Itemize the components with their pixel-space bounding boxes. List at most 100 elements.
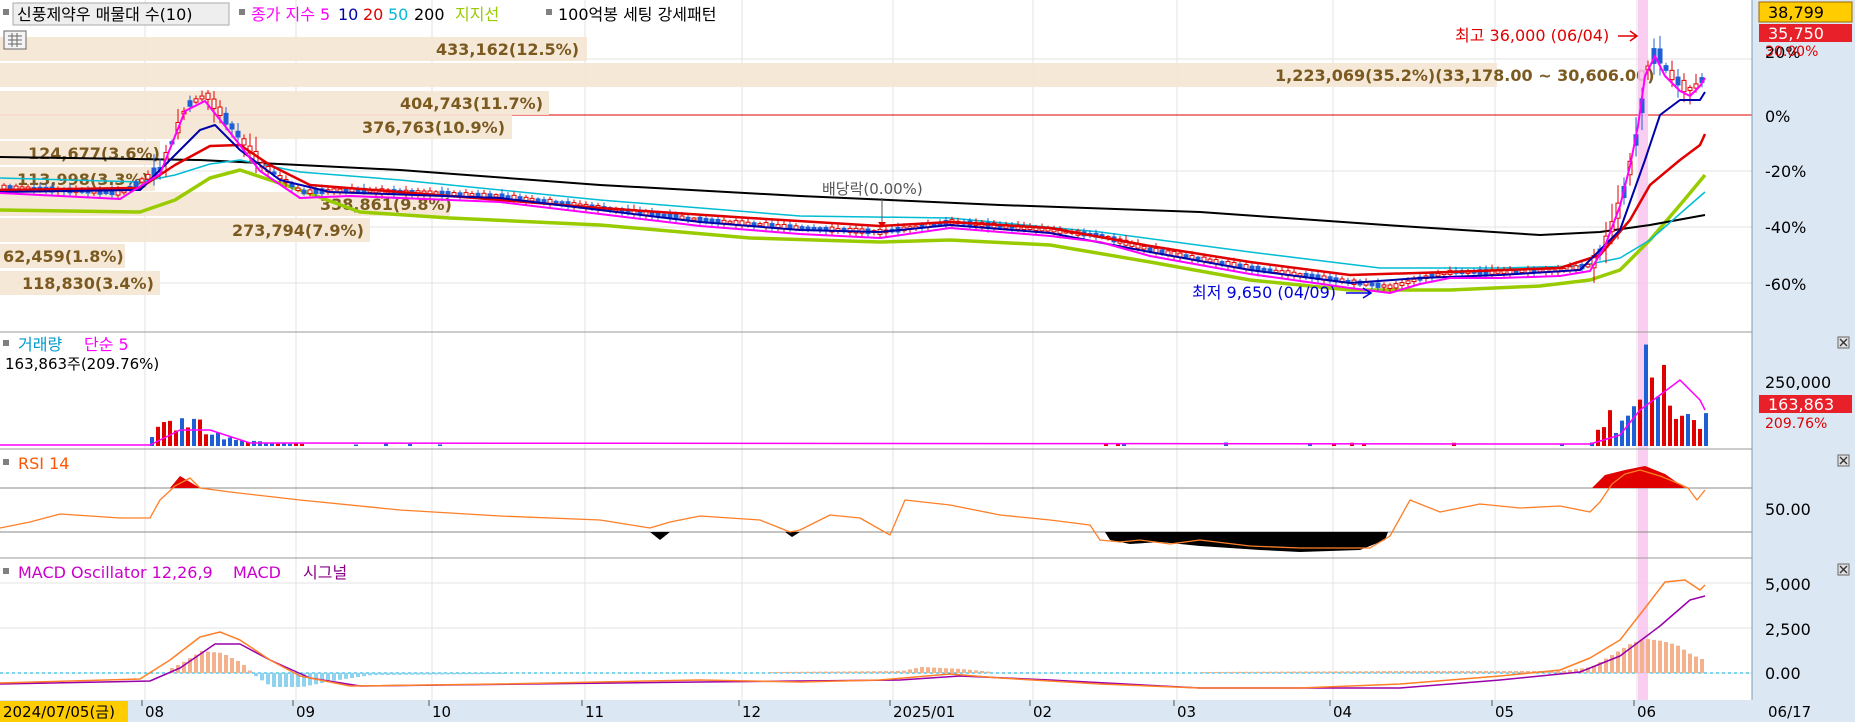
volume-ratio-label: 209.76% <box>1765 416 1827 432</box>
pattern-label[interactable]: 100억봉 세팅 강세패턴 <box>558 5 716 24</box>
macd-histogram-bar <box>1250 671 1254 673</box>
macd-histogram-bar <box>248 670 252 673</box>
macd-histogram-bar <box>1424 671 1428 673</box>
macd-histogram-bar <box>782 671 786 673</box>
candle-body <box>1219 261 1225 265</box>
volume-bar <box>438 444 442 446</box>
stock-title[interactable]: 신풍제약우 매물대 수(10) <box>17 5 193 24</box>
volume-bar <box>276 443 280 446</box>
macd-histogram-bar <box>1682 649 1686 673</box>
candle-body <box>145 173 151 180</box>
macd-histogram-bar <box>1688 653 1692 673</box>
macd-histogram-bar <box>380 673 384 675</box>
macd-osc-title[interactable]: MACD Oscillator 12,26,9 <box>18 563 213 582</box>
macd-histogram-bar <box>1310 671 1314 673</box>
support-label[interactable]: 지지선 <box>455 5 499 24</box>
end-date-label: 06/17 <box>1768 703 1811 721</box>
macd-histogram-bar <box>1658 640 1662 673</box>
macd-histogram-bar <box>1610 655 1614 673</box>
candle-body <box>199 95 205 100</box>
macd-histogram-bar <box>1436 671 1440 673</box>
volume-bar <box>1602 427 1606 446</box>
candle-body <box>541 199 547 203</box>
x-tick-label: 09 <box>296 703 315 721</box>
macd-histogram-bar <box>1274 671 1278 673</box>
dividend-annotation: 배당락(0.00%) <box>822 180 923 198</box>
macd-histogram-bar <box>1496 671 1500 673</box>
macd-histogram-bar <box>206 651 210 673</box>
ma50-label[interactable]: 50 <box>388 5 408 24</box>
macd-histogram-bar <box>1394 671 1398 673</box>
macd-histogram-bar <box>1406 671 1410 673</box>
x-tick-label: 03 <box>1177 703 1196 721</box>
macd-histogram-bar <box>1220 671 1224 673</box>
volume-bar <box>156 426 160 446</box>
volume-profile-label: 433,162(12.5%) <box>436 40 579 59</box>
macd-histogram-bar <box>398 673 402 675</box>
volume-title[interactable]: 거래량 <box>18 335 62 354</box>
candle-body <box>1387 284 1393 289</box>
macd-histogram-bar <box>428 673 432 675</box>
volume-bar <box>1698 428 1702 446</box>
macd-histogram-bar <box>938 667 942 673</box>
macd-histogram-bar <box>1502 671 1506 673</box>
candle-body <box>313 188 319 194</box>
candle-body <box>493 194 499 198</box>
volume-bar <box>1596 429 1600 446</box>
macd-histogram-bar <box>878 671 882 673</box>
volume-ma-label[interactable]: 단순 5 <box>84 335 129 354</box>
volume-bar <box>1632 406 1636 446</box>
candle-body <box>1687 86 1693 92</box>
close-price-label: 35,750 <box>1768 24 1824 43</box>
volume-bar <box>1668 405 1672 446</box>
macd-histogram-bar <box>470 673 474 675</box>
macd-histogram-bar <box>914 668 918 673</box>
macd-histogram-bar <box>236 661 240 673</box>
macd-histogram-bar <box>788 671 792 673</box>
volume-bar <box>198 419 202 446</box>
volume-bar <box>180 418 184 446</box>
candle-body <box>775 224 781 229</box>
macd-histogram-bar <box>848 671 852 673</box>
macd-histogram-bar <box>1298 671 1302 673</box>
candle-body <box>1399 282 1405 286</box>
volume-bar <box>1662 364 1666 446</box>
macd-histogram-bar <box>290 673 294 687</box>
macd-tick-label: 0.00 <box>1765 664 1801 683</box>
macd-histogram-bar <box>890 671 894 673</box>
candle-body <box>187 100 193 107</box>
ma200-label[interactable]: 200 <box>414 5 445 24</box>
low-annotation: 최저 9,650 (04/09) <box>1192 283 1336 302</box>
legend-marker <box>3 9 9 15</box>
macd-histogram-bar <box>1370 671 1374 673</box>
macd-histogram-bar <box>968 669 972 673</box>
candle-body <box>469 193 475 197</box>
ma-label[interactable]: 종가 지수 <box>251 5 315 24</box>
signal-line-label[interactable]: 시그널 <box>303 563 347 582</box>
x-tick-label: 10 <box>432 703 451 721</box>
volume-bar <box>1614 432 1618 446</box>
macd-histogram-bar <box>1442 671 1446 673</box>
macd-histogram-bar <box>1232 671 1236 673</box>
candle-body <box>691 217 697 221</box>
volume-bar <box>408 444 412 446</box>
candle-body <box>343 188 349 192</box>
macd-histogram-bar <box>1286 671 1290 673</box>
x-tick-label: 05 <box>1495 703 1514 721</box>
candle-body <box>661 213 667 218</box>
macd-histogram-bar <box>488 673 492 675</box>
candle-body <box>1207 258 1213 263</box>
ma20-label[interactable]: 20 <box>363 5 383 24</box>
rsi-title[interactable]: RSI 14 <box>18 454 69 473</box>
ma5-label[interactable]: 5 <box>320 5 330 24</box>
volume-profile-bar <box>0 63 1497 87</box>
macd-line-label[interactable]: MACD <box>233 563 281 582</box>
macd-histogram-bar <box>1418 671 1422 673</box>
ma10-label[interactable]: 10 <box>338 5 358 24</box>
macd-histogram-bar <box>770 671 774 673</box>
macd-histogram-bar <box>368 673 372 676</box>
candle-body <box>1375 282 1381 288</box>
legend-marker <box>3 568 9 574</box>
candle-body <box>1273 269 1279 273</box>
candle-body <box>1411 278 1417 283</box>
